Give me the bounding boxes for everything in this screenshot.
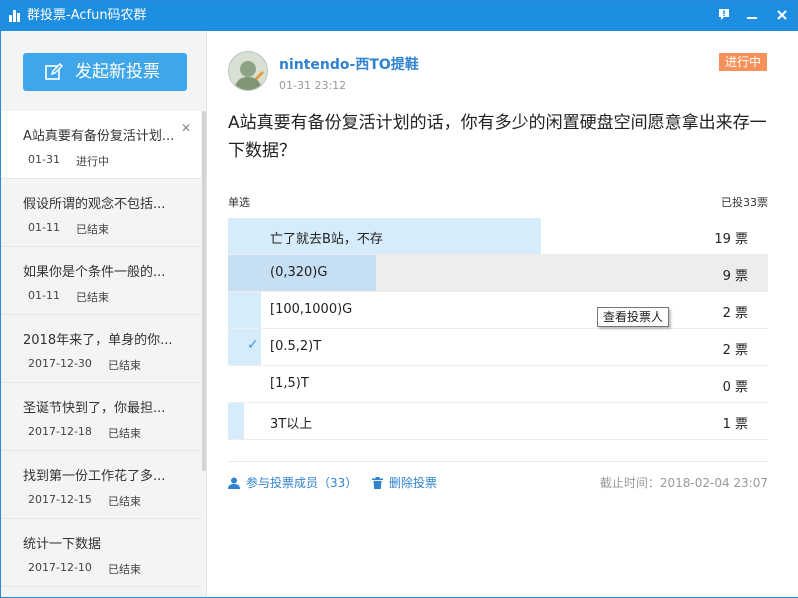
option-label: [100,1000)G [270,302,353,317]
option-label: 亡了就去B站，不存 [270,232,383,247]
poll-list: A站真要有备份复活计划... ✕ 01-31 进行中 假设所谓的观念不包括...… [1,111,201,587]
poll-sidebar: 发起新投票 A站真要有备份复活计划... ✕ 01-31 进行中 假设所谓的观念… [1,31,207,597]
poll-item-status: 已结束 [108,359,141,372]
app-window: 群投票-Acfun码农群 发起新投票 A站真要有备份复活计划... ✕ 01-3… [0,0,798,598]
poll-item-title: 统计一下数据 [23,537,102,552]
title-bar[interactable]: 群投票-Acfun码农群 [1,1,797,31]
minimize-icon[interactable] [741,5,763,27]
sidebar-scrollbar[interactable] [202,111,206,471]
poll-list-item[interactable]: 圣诞节快到了，你最担... 2017-12-18 已结束 [1,383,201,451]
close-icon[interactable] [771,5,793,27]
poll-author[interactable]: nintendo-西TO提鞋 [279,54,419,74]
feedback-icon[interactable] [713,5,735,27]
window-title: 群投票-Acfun码农群 [27,8,147,23]
status-badge: 进行中 [716,53,767,71]
poll-item-status: 已结束 [76,291,109,304]
poll-item-title: 2018年来了，单身的你... [23,333,173,348]
poll-item-status: 已结束 [108,495,141,508]
checkmark-icon: ✓ [247,337,259,353]
poll-item-date: 2017-12-10 [28,561,92,574]
poll-time: 01-31 23:12 [279,79,347,92]
poll-option[interactable]: 3T以上 1 票 [228,403,768,440]
poll-list-item[interactable]: 找到第一份工作花了多... 2017-12-15 已结束 [1,451,201,519]
poll-item-status: 已结束 [108,563,141,576]
poll-item-date: 01-11 [28,289,60,302]
poll-list-item[interactable]: 假设所谓的观念不包括... 01-11 已结束 [1,179,201,247]
option-label: [1,5)T [270,376,309,391]
poll-list-item[interactable]: 2018年来了，单身的你... 2017-12-30 已结束 [1,315,201,383]
poll-list-item[interactable]: 如果你是个条件一般的... 01-11 已结束 [1,247,201,315]
poll-item-title: 如果你是个条件一般的... [23,265,166,280]
poll-item-title: 圣诞节快到了，你最担... [23,401,166,416]
poll-deadline: 截止时间：2018-02-04 23:07 [599,476,768,490]
poll-item-status: 进行中 [76,155,109,168]
new-poll-button[interactable]: 发起新投票 [23,53,187,91]
option-votes: 1 票 [722,417,748,432]
close-icon[interactable]: ✕ [181,121,191,135]
view-voters-tooltip: 查看投票人 [597,307,670,327]
vote-total: 已投33票 [721,196,768,209]
poll-item-date: 2017-12-18 [28,425,92,438]
poll-list-item[interactable]: A站真要有备份复活计划... ✕ 01-31 进行中 [1,111,201,179]
poll-option[interactable]: [1,5)T 0 票 [228,366,768,403]
poll-item-date: 2017-12-30 [28,357,92,370]
poll-item-title: 假设所谓的观念不包括... [23,197,166,212]
poll-option[interactable]: ✓ [0.5,2)T 2 票 [228,329,768,366]
poll-detail: nintendo-西TO提鞋 01-31 23:12 进行中 A站真要有备份复活… [208,31,798,597]
option-label: [0.5,2)T [270,339,322,354]
poll-item-date: 2017-12-15 [28,493,92,506]
option-label: 3T以上 [270,417,313,432]
vote-bar [228,403,245,439]
poll-item-status: 已结束 [108,427,141,440]
user-icon [228,477,240,489]
vote-bar [228,292,261,328]
delete-poll-link[interactable]: 删除投票 [372,474,437,491]
poll-question: A站真要有备份复活计划的话，你有多少的闲置硬盘空间愿意拿出来存一下数据？ [228,113,767,161]
members-link[interactable]: 参与投票成员（33） [228,474,357,491]
option-votes: 9 票 [722,269,748,284]
edit-icon [45,63,63,80]
poll-option[interactable]: (0,320)G 9 票 [228,255,768,292]
delete-link-label: 删除投票 [389,476,438,490]
poll-item-title: 找到第一份工作花了多... [23,469,166,484]
members-link-label: 参与投票成员（33） [246,476,358,490]
poll-options: 亡了就去B站，不存 19 票 (0,320)G 9 票 [100,1000)G … [228,218,768,440]
poll-option[interactable]: [100,1000)G 2 票 [228,292,768,329]
new-poll-label: 发起新投票 [75,62,160,82]
poll-item-status: 已结束 [76,223,109,236]
poll-item-title: A站真要有备份复活计划... [23,129,175,144]
poll-type: 单选 [228,196,250,209]
trash-icon [372,477,383,489]
option-votes: 19 票 [714,232,748,247]
poll-list-item[interactable]: 统计一下数据 2017-12-10 已结束 [1,519,201,587]
poll-option[interactable]: 亡了就去B站，不存 19 票 [228,218,768,255]
divider [228,461,768,462]
option-votes: 2 票 [722,306,748,321]
option-votes: 0 票 [722,380,748,395]
poll-item-date: 01-11 [28,221,60,234]
avatar[interactable] [228,51,268,91]
option-votes: 2 票 [722,343,748,358]
option-label: (0,320)G [270,265,328,280]
poll-chart-icon [9,10,23,22]
poll-item-date: 01-31 [28,153,60,166]
